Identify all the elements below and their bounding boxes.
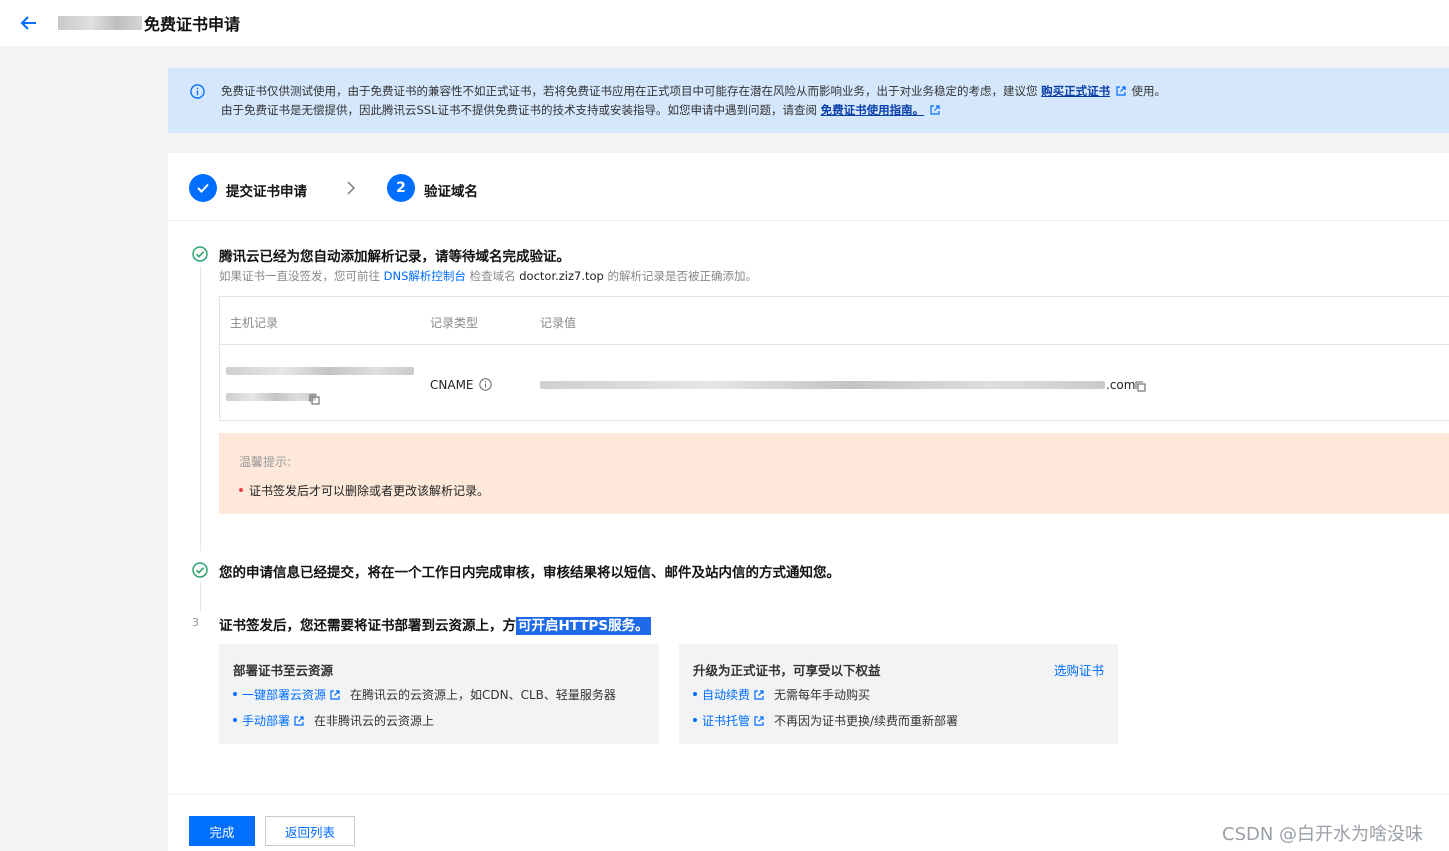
section-3-title-plain: 证书签发后，您还需要将证书部署到云资源上，方 xyxy=(219,618,516,634)
bullet-dot-icon xyxy=(693,692,697,696)
chevron-right-icon xyxy=(347,181,356,195)
list-item-desc: 在腾讯云的云资源上，如CDN、CLB、轻量服务器 xyxy=(350,688,616,702)
page-title: 免费证书申请 xyxy=(144,15,241,34)
list-item-desc: 无需每年手动购买 xyxy=(774,688,871,702)
deploy-box-title: 部署证书至云资源 xyxy=(233,663,334,678)
step-1-label: 提交证书申请 xyxy=(226,184,307,200)
list-item: 一键部署云资源 在腾讯云的云资源上，如CDN、CLB、轻量服务器 xyxy=(233,686,616,703)
bullet-dot-icon xyxy=(233,692,237,696)
warning-title: 温馨提示: xyxy=(239,455,292,469)
copy-icon[interactable] xyxy=(309,394,320,405)
watermark: CSDN @白开水为啥没味 xyxy=(1222,824,1424,845)
copy-icon[interactable] xyxy=(1135,381,1146,392)
notice-line-2: 由于免费证书是无偿提供，因此腾讯云SSL证书不提供免费证书的技术支持或安装指导。… xyxy=(221,102,942,118)
main-card: 提交证书申请 2 验证域名 腾讯云已经为您自动添加解析记录，请等待域名完成验证。… xyxy=(168,153,1449,851)
title-wrap: 免费证书申请 xyxy=(58,12,240,34)
dns-console-link[interactable]: DNS解析控制台 xyxy=(384,269,466,283)
step-bar: 提交证书申请 2 验证域名 xyxy=(168,153,1449,221)
list-item: 手动部署 在非腾讯云的云资源上 xyxy=(233,712,434,729)
warning-tip-box: 温馨提示: 证书签发后才可以删除或者更改该解析记录。 xyxy=(219,433,1449,514)
done-button[interactable]: 完成 xyxy=(189,816,255,846)
record-type: CNAME xyxy=(430,378,474,392)
upgrade-box: 升级为正式证书，可享受以下权益 选购证书 自动续费 无需每年手动购买 证书托管 不再… xyxy=(679,644,1118,744)
deploy-box: 部署证书至云资源 一键部署云资源 在腾讯云的云资源上，如CDN、CLB、轻量服务器… xyxy=(219,644,659,744)
list-item-desc: 在非腾讯云的云资源上 xyxy=(314,714,435,728)
sub-suffix: 的解析记录是否被正确添加。 xyxy=(607,269,758,283)
section-2-title: 您的申请信息已经提交，将在一个工作日内完成审核，审核结果将以短信、邮件及站内信的… xyxy=(219,565,840,581)
timeline-line xyxy=(200,581,201,611)
section-3-title-highlight: 可开启HTTPS服务。 xyxy=(516,617,651,635)
step-3-number: 3 xyxy=(192,616,199,629)
usage-guide-link[interactable]: 免费证书使用指南。 xyxy=(821,103,925,117)
header-host: 主机记录 xyxy=(230,316,279,330)
record-type-cell: CNAME xyxy=(430,378,493,392)
notice-line-1: 免费证书仅供测试使用，由于免费证书的兼容性不如正式证书，若将免费证书应用在正式项… xyxy=(221,83,1166,99)
step-1-check-icon xyxy=(189,174,217,202)
external-link-icon xyxy=(330,690,340,700)
buy-certificate-link[interactable]: 购买正式证书 xyxy=(1041,84,1110,98)
one-click-deploy-link[interactable]: 一键部署云资源 xyxy=(242,688,326,702)
list-item: 证书托管 不再因为证书更换/续费而重新部署 xyxy=(693,712,958,729)
back-arrow-icon[interactable] xyxy=(18,12,40,34)
list-item-desc: 不再因为证书更换/续费而重新部署 xyxy=(774,714,959,728)
external-link-icon xyxy=(754,716,764,726)
cert-hosting-link[interactable]: 证书托管 xyxy=(702,714,750,728)
notice-line-1-suffix: 使用。 xyxy=(1131,84,1166,98)
header-value: 记录值 xyxy=(540,316,577,330)
record-value-redacted xyxy=(540,381,1105,389)
record-value-suffix: .com xyxy=(1106,378,1136,392)
redacted-title-prefix xyxy=(58,16,142,30)
external-link-icon xyxy=(1116,86,1126,96)
table-header: 主机记录 记录类型 记录值 xyxy=(220,297,1449,345)
back-to-list-button[interactable]: 返回列表 xyxy=(265,816,355,846)
section-1-title: 腾讯云已经为您自动添加解析记录，请等待域名完成验证。 xyxy=(219,249,570,265)
section-1-subtitle: 如果证书一直没签发，您可前往 DNS解析控制台 检查域名 doctor.ziz7… xyxy=(219,268,757,284)
dns-record-table: 主机记录 记录类型 记录值 CNAME .com xyxy=(219,296,1449,421)
timeline-line xyxy=(200,266,201,551)
external-link-icon xyxy=(754,690,764,700)
bullet-dot-icon xyxy=(233,718,237,722)
footer-divider xyxy=(168,794,1449,795)
external-link-icon xyxy=(930,105,940,115)
sub-mid: 检查域名 xyxy=(469,269,516,283)
bullet-dot-icon xyxy=(239,488,243,492)
notice-line-1-text: 免费证书仅供测试使用，由于免费证书的兼容性不如正式证书，若将免费证书应用在正式项… xyxy=(221,84,1038,98)
success-check-icon xyxy=(192,246,208,262)
info-notice: 免费证书仅供测试使用，由于免费证书的兼容性不如正式证书，若将免费证书应用在正式项… xyxy=(168,68,1449,133)
domain-name: doctor.ziz7.top xyxy=(519,269,604,283)
step-2-label: 验证域名 xyxy=(424,184,478,200)
bullet-dot-icon xyxy=(693,718,697,722)
host-record-redacted-1 xyxy=(226,367,414,375)
warning-item-text: 证书签发后才可以删除或者更改该解析记录。 xyxy=(249,484,490,498)
list-item: 自动续费 无需每年手动购买 xyxy=(693,686,870,703)
help-icon[interactable] xyxy=(479,378,493,391)
upgrade-box-title: 升级为正式证书，可享受以下权益 xyxy=(693,663,881,678)
page-header: 免费证书申请 xyxy=(0,0,1449,46)
auto-renew-link[interactable]: 自动续费 xyxy=(702,688,750,702)
sub-prefix: 如果证书一直没签发，您可前往 xyxy=(219,269,380,283)
external-link-icon xyxy=(294,716,304,726)
section-3-title: 证书签发后，您还需要将证书部署到云资源上，方 可开启HTTPS服务。 xyxy=(219,614,651,635)
buy-certificate-button[interactable]: 选购证书 xyxy=(1054,660,1104,679)
notice-line-2-text: 由于免费证书是无偿提供，因此腾讯云SSL证书不提供免费证书的技术支持或安装指导。… xyxy=(221,103,818,117)
header-type: 记录类型 xyxy=(430,316,479,330)
step-2-number: 2 xyxy=(387,174,415,202)
manual-deploy-link[interactable]: 手动部署 xyxy=(242,714,290,728)
success-check-icon xyxy=(192,562,208,578)
warning-item: 证书签发后才可以删除或者更改该解析记录。 xyxy=(239,482,489,499)
info-icon xyxy=(190,84,205,99)
host-record-redacted-2 xyxy=(226,393,316,401)
